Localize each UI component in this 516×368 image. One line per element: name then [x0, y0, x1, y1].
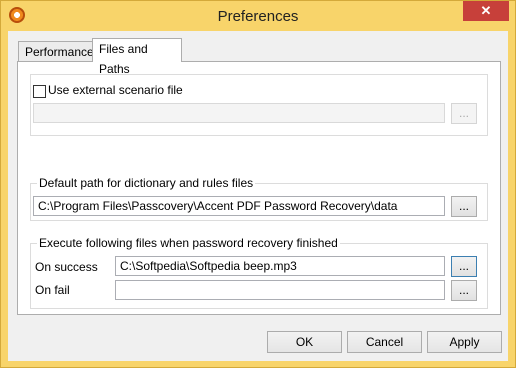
on-fail-label: On fail [35, 283, 70, 297]
apply-button[interactable]: Apply [427, 331, 502, 353]
use-external-scenario-checkbox[interactable] [33, 85, 46, 98]
close-button[interactable]: ✕ [463, 1, 509, 21]
title-bar[interactable]: Preferences ✕ [1, 1, 515, 31]
files-and-paths-panel: Use external scenario file ... Default p… [17, 61, 501, 315]
dialog-client-area: Performance Files and Paths Use external… [8, 31, 508, 361]
cancel-button[interactable]: Cancel [347, 331, 422, 353]
execute-files-legend: Execute following files when password re… [37, 236, 340, 250]
default-path-legend: Default path for dictionary and rules fi… [37, 176, 256, 190]
default-path-group: Default path for dictionary and rules fi… [30, 176, 488, 221]
external-scenario-path-input[interactable] [33, 103, 445, 123]
on-success-input[interactable]: C:\Softpedia\Softpedia beep.mp3 [115, 256, 445, 276]
on-fail-browse-button[interactable]: ... [451, 280, 477, 301]
external-scenario-browse-button[interactable]: ... [451, 103, 477, 124]
execute-files-group: Execute following files when password re… [30, 236, 488, 309]
close-icon: ✕ [480, 3, 492, 18]
default-path-input[interactable]: C:\Program Files\Passcovery\Accent PDF P… [33, 196, 445, 216]
external-scenario-group: Use external scenario file ... [30, 74, 488, 136]
use-external-scenario-label[interactable]: Use external scenario file [48, 83, 183, 97]
on-fail-input[interactable] [115, 280, 445, 300]
preferences-window: Preferences ✕ Performance Files and Path… [0, 0, 516, 368]
tab-files-and-paths[interactable]: Files and Paths [92, 38, 182, 76]
ok-button[interactable]: OK [267, 331, 342, 353]
window-title: Preferences [217, 8, 299, 25]
on-success-label: On success [35, 260, 98, 274]
on-success-browse-button[interactable]: ... [451, 256, 477, 277]
default-path-browse-button[interactable]: ... [451, 196, 477, 217]
tab-performance[interactable]: Performance [18, 41, 94, 61]
